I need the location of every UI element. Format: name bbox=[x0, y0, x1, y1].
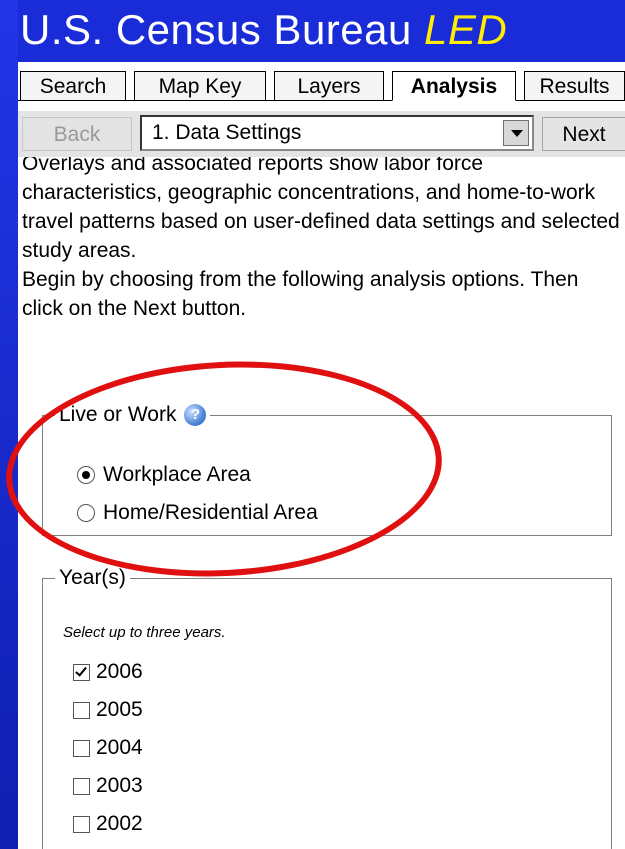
back-button[interactable]: Back bbox=[22, 117, 132, 151]
dropdown-arrow-icon[interactable] bbox=[503, 120, 529, 146]
year-label-2005: 2005 bbox=[96, 698, 143, 721]
tab-layers[interactable]: Layers bbox=[274, 71, 384, 101]
checkbox-year-2004[interactable]: 2004 bbox=[73, 736, 143, 766]
year-label-2002: 2002 bbox=[96, 812, 143, 835]
app-title: U.S. Census Bureau LED bbox=[20, 2, 625, 58]
step-select-value: 1. Data Settings bbox=[152, 121, 302, 144]
years-hint: Select up to three years. bbox=[63, 624, 226, 641]
tab-search[interactable]: Search bbox=[20, 71, 126, 101]
checkbox-year-2002[interactable]: 2002 bbox=[73, 812, 143, 842]
intro-text: Overlays and associated reports show lab… bbox=[22, 157, 622, 323]
year-label-2003: 2003 bbox=[96, 774, 143, 797]
tab-map-key[interactable]: Map Key bbox=[134, 71, 266, 101]
checkbox-checked-icon[interactable] bbox=[73, 663, 90, 681]
years-group: Year(s) Select up to three years. 2006 2… bbox=[42, 566, 612, 849]
years-legend: Year(s) bbox=[59, 566, 126, 589]
tab-analysis[interactable]: Analysis bbox=[392, 71, 516, 101]
next-button[interactable]: Next bbox=[542, 117, 625, 151]
year-label-2004: 2004 bbox=[96, 736, 143, 759]
intro-paragraph-1: Overlays and associated reports show lab… bbox=[22, 157, 620, 262]
tab-results[interactable]: Results bbox=[524, 71, 625, 101]
year-label-2006: 2006 bbox=[96, 660, 143, 683]
checkbox-year-2003[interactable]: 2003 bbox=[73, 774, 143, 804]
left-edge-strip bbox=[0, 0, 18, 849]
tab-bar: Search Map Key Layers Analysis Results bbox=[18, 62, 625, 106]
checkbox-year-2006[interactable]: 2006 bbox=[73, 660, 143, 690]
intro-paragraph-2: Begin by choosing from the following ana… bbox=[22, 268, 579, 320]
checkbox-unchecked-icon[interactable] bbox=[73, 701, 90, 719]
app-title-main: U.S. Census Bureau bbox=[20, 6, 425, 53]
checkbox-year-2005[interactable]: 2005 bbox=[73, 698, 143, 728]
checkbox-unchecked-icon[interactable] bbox=[73, 739, 90, 757]
app-title-accent: LED bbox=[424, 6, 508, 53]
checkbox-unchecked-icon[interactable] bbox=[73, 777, 90, 795]
wizard-nav-bar: Back 1. Data Settings Next bbox=[18, 111, 625, 157]
step-select[interactable]: 1. Data Settings bbox=[140, 115, 534, 151]
checkbox-unchecked-icon[interactable] bbox=[73, 815, 90, 833]
